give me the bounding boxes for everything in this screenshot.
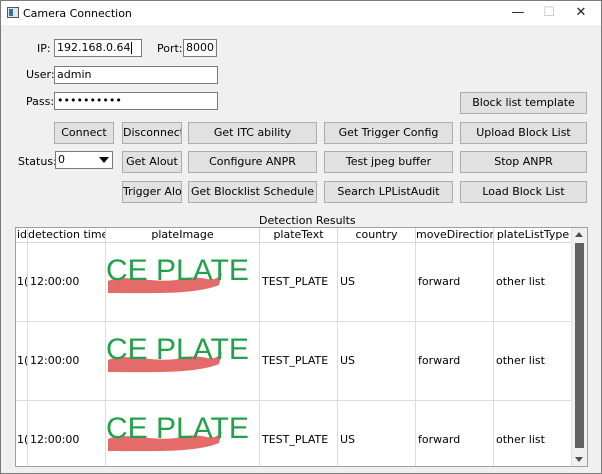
cell-detection-time: 12:00:00 — [28, 401, 106, 466]
status-select[interactable]: 0 — [55, 151, 113, 169]
connect-button[interactable]: Connect — [54, 122, 114, 144]
cell-plate-image: CE PLATE — [106, 401, 260, 466]
vertical-scrollbar[interactable] — [571, 228, 587, 466]
cell-plate-text: TEST_PLATE — [260, 401, 338, 466]
cell-id: 1( — [16, 322, 28, 400]
ip-label: IP: — [37, 42, 51, 55]
table-row[interactable]: 1( 12:00:00 CE PLATE TEST_PLATE US forwa… — [16, 401, 573, 466]
chevron-down-icon — [99, 157, 109, 163]
status-label: Status: — [18, 155, 57, 168]
get-alout-button[interactable]: Get Alout — [122, 151, 182, 173]
app-window-icon — [7, 7, 19, 18]
cell-move-direction: forward — [416, 243, 494, 321]
get-itc-ability-button[interactable]: Get ITC ability — [188, 122, 317, 144]
user-label: User: — [26, 68, 55, 81]
test-jpeg-buffer-button[interactable]: Test jpeg buffer — [324, 151, 453, 173]
port-input[interactable]: 8000 — [183, 39, 217, 57]
trigger-alout-button[interactable]: Trigger Alout — [122, 181, 182, 203]
cell-detection-time: 12:00:00 — [28, 243, 106, 321]
status-select-value: 0 — [58, 153, 65, 166]
table-row[interactable]: 1( 12:00:00 CE PLATE TEST_PLATE US forwa… — [16, 322, 573, 401]
plate-image: CE PLATE — [106, 322, 259, 400]
disconnect-button[interactable]: Disconnect — [122, 122, 182, 144]
column-header-country[interactable]: country — [338, 228, 416, 242]
cell-move-direction: forward — [416, 401, 494, 466]
cell-plate-image: CE PLATE — [106, 243, 260, 321]
detection-results-table[interactable]: id detection time plateImage plateText c… — [15, 227, 588, 467]
cell-plate-list-type: other list — [494, 243, 573, 321]
get-blocklist-schedule-button[interactable]: Get Blocklist Schedule — [188, 181, 317, 203]
close-button[interactable]: ✕ — [566, 1, 596, 25]
column-header-plate-list-type[interactable]: plateListType — [494, 228, 573, 242]
ip-input[interactable]: 192.168.0.64 — [54, 39, 142, 57]
search-lplistaudit-button[interactable]: Search LPListAudit — [324, 181, 453, 203]
window-title: Camera Connection — [23, 7, 132, 20]
column-header-move-direction[interactable]: moveDirection — [416, 228, 494, 242]
cell-plate-text: TEST_PLATE — [260, 322, 338, 400]
upload-block-list-button[interactable]: Upload Block List — [460, 122, 587, 144]
text-caret — [131, 42, 133, 54]
plate-image-text: CE PLATE — [106, 412, 249, 445]
plate-image-graphic: CE PLATE — [106, 254, 249, 294]
scroll-up-arrow-icon[interactable] — [572, 228, 587, 242]
plate-image: CE PLATE — [106, 401, 259, 466]
plate-image-text: CE PLATE — [106, 333, 249, 366]
stop-anpr-button[interactable]: Stop ANPR — [460, 151, 587, 173]
column-header-detection-time[interactable]: detection time — [28, 228, 106, 242]
pass-label: Pass: — [26, 95, 55, 108]
title-bar: Camera Connection — ☐ ✕ — [1, 1, 601, 25]
cell-id: 1( — [16, 401, 28, 466]
ip-input-value: 192.168.0.64 — [57, 41, 131, 54]
maximize-button: ☐ — [543, 5, 555, 20]
column-header-plate-text[interactable]: plateText — [260, 228, 338, 242]
cell-plate-text: TEST_PLATE — [260, 243, 338, 321]
port-label: Port: — [157, 42, 183, 55]
plate-image-graphic: CE PLATE — [106, 412, 249, 452]
cell-plate-list-type: other list — [494, 401, 573, 466]
password-input[interactable]: •••••••••• — [54, 92, 218, 110]
cell-country: US — [338, 322, 416, 400]
plate-image: CE PLATE — [106, 243, 259, 321]
plate-image-text: CE PLATE — [106, 254, 249, 287]
scrollbar-thumb[interactable] — [575, 243, 584, 448]
cell-id: 1( — [16, 243, 28, 321]
get-trigger-config-button[interactable]: Get Trigger Config — [324, 122, 453, 144]
plate-image-graphic: CE PLATE — [106, 333, 249, 373]
camera-connection-window: Camera Connection — ☐ ✕ IP: 192.168.0.64… — [0, 0, 602, 474]
block-list-template-button[interactable]: Block list template — [460, 92, 587, 114]
configure-anpr-button[interactable]: Configure ANPR — [188, 151, 317, 173]
cell-country: US — [338, 401, 416, 466]
user-input[interactable]: admin — [54, 66, 218, 84]
cell-plate-image: CE PLATE — [106, 322, 260, 400]
cell-plate-list-type: other list — [494, 322, 573, 400]
cell-move-direction: forward — [416, 322, 494, 400]
scroll-down-arrow-icon[interactable] — [572, 452, 587, 466]
table-row[interactable]: 1( 12:00:00 CE PLATE TEST_PLATE US forwa… — [16, 243, 573, 322]
load-block-list-button[interactable]: Load Block List — [460, 181, 587, 203]
detection-results-title: Detection Results — [259, 214, 356, 227]
minimize-button[interactable]: — — [503, 1, 533, 25]
column-header-plate-image[interactable]: plateImage — [106, 228, 260, 242]
cell-country: US — [338, 243, 416, 321]
cell-detection-time: 12:00:00 — [28, 322, 106, 400]
table-header: id detection time plateImage plateText c… — [16, 228, 573, 243]
column-header-id[interactable]: id — [16, 228, 28, 242]
